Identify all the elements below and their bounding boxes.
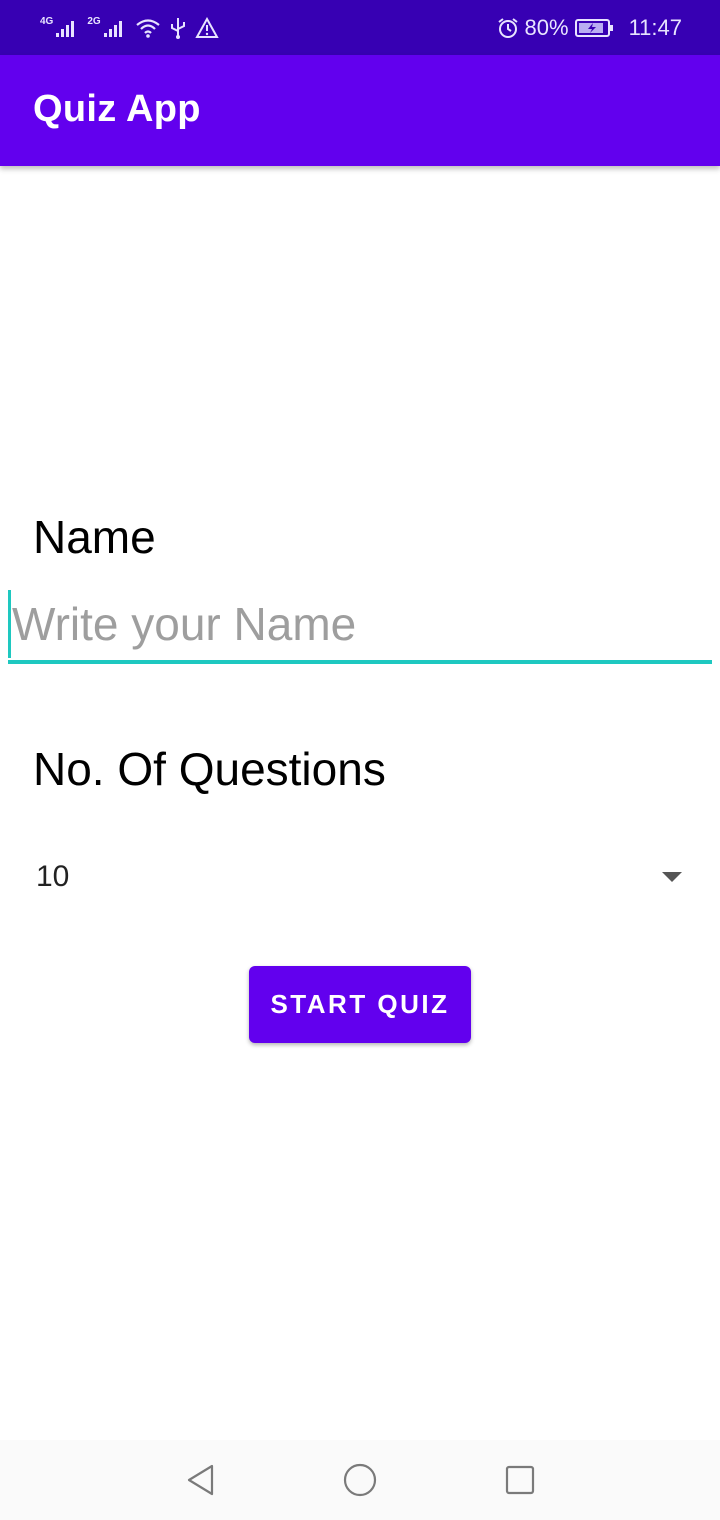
name-field[interactable]: [8, 588, 712, 664]
recents-button[interactable]: [500, 1460, 540, 1500]
status-right: 80% 11:47: [497, 14, 682, 42]
status-left: 4G 2G: [40, 14, 219, 42]
text-cursor: [8, 590, 11, 658]
home-icon: [343, 1463, 377, 1497]
warning-icon: [194, 17, 219, 38]
network-type-2: 2G: [87, 15, 101, 27]
back-icon: [187, 1464, 214, 1496]
network-type-1: 4G: [40, 15, 54, 27]
alarm-icon: [497, 18, 518, 38]
clock: 11:47: [628, 15, 682, 40]
signal-icon: [56, 21, 75, 37]
app-title: Quiz App: [33, 88, 201, 130]
signal-icon: [103, 21, 122, 37]
battery-charging-icon: [574, 19, 613, 37]
usb-icon: [170, 18, 185, 39]
screen: 4G 2G 80% 11:47 Quiz App Name Write your…: [0, 0, 720, 1520]
questions-label: No. Of Questions: [33, 743, 386, 795]
back-button[interactable]: [180, 1460, 220, 1500]
wifi-icon: [135, 19, 160, 38]
name-input-underline: [8, 660, 712, 664]
recents-icon: [505, 1465, 535, 1495]
questions-selected-value: 10: [36, 860, 70, 893]
dropdown-arrow-icon: [662, 872, 682, 882]
battery-percent: 80%: [524, 15, 569, 40]
status-bar: 4G 2G 80% 11:47: [0, 0, 720, 55]
start-quiz-button[interactable]: START QUIZ: [249, 966, 471, 1043]
questions-spinner[interactable]: 10: [20, 842, 700, 914]
name-input[interactable]: [8, 588, 712, 660]
app-bar: Quiz App: [0, 55, 720, 166]
name-label: Name: [33, 511, 156, 563]
navigation-bar: [0, 1440, 720, 1520]
home-button[interactable]: [340, 1460, 380, 1500]
